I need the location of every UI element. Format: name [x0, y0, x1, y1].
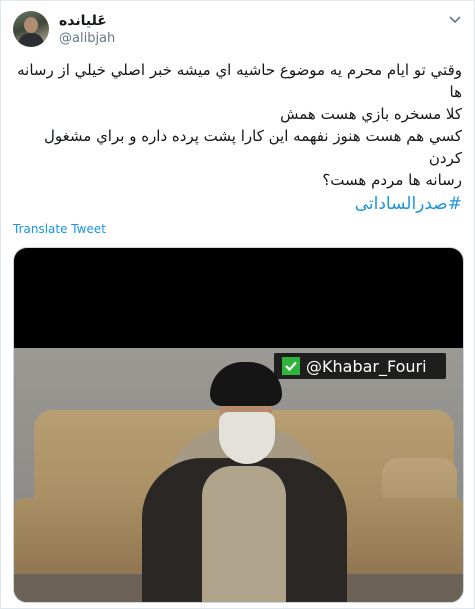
tweet-line: رسانه ها مردم هست؟	[322, 171, 462, 189]
translate-tweet-link[interactable]: Translate Tweet	[13, 222, 106, 236]
avatar-body	[18, 33, 44, 47]
avatar[interactable]	[13, 11, 49, 47]
tweet-line: وقتي تو ايام محرم يه موضوع حاشيه اي ميشه…	[17, 61, 462, 79]
hashtag-link[interactable]: #صدرالساداتی	[13, 193, 462, 215]
tweet-line: کلا مسخره بازي هست همش	[280, 105, 462, 123]
tweet-line: کسي هم هست هنوز نفهمه اين کارا پشت پرده …	[44, 127, 462, 167]
tweet-text: وقتي تو ايام محرم يه موضوع حاشيه اي ميشه…	[13, 59, 462, 215]
display-name[interactable]: عَلیانده	[59, 13, 107, 29]
chevron-down-icon[interactable]	[448, 13, 462, 27]
avatar-head	[24, 17, 38, 33]
tweet-card: عَلیانده @alibjah وقتي تو ايام محرم يه م…	[0, 0, 475, 609]
user-handle[interactable]: @alibjah	[59, 31, 115, 46]
watermark-text: @Khabar_Fouri	[306, 356, 427, 376]
video-frame	[14, 348, 463, 602]
check-icon	[282, 357, 300, 375]
tweet-video[interactable]: @Khabar_Fouri	[13, 247, 464, 603]
cleric-inner-robe	[202, 466, 286, 602]
video-watermark: @Khabar_Fouri	[274, 353, 446, 379]
tweet-line: ها	[449, 83, 462, 101]
